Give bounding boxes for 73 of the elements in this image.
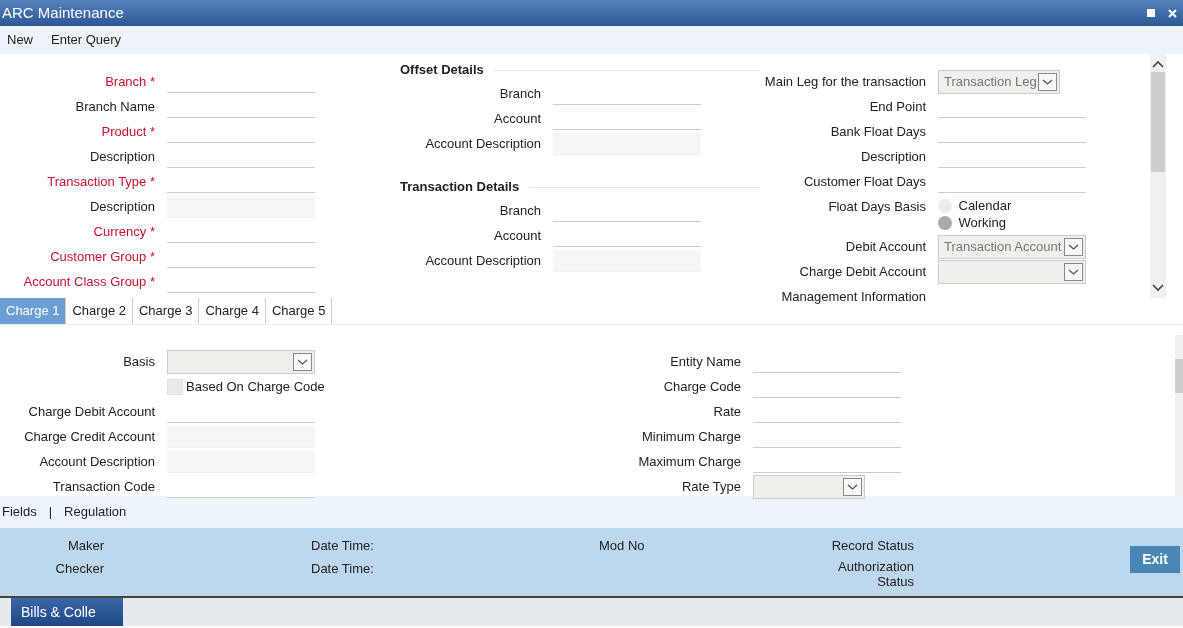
field-label: Currency * (92, 222, 156, 241)
section-title: Offset Details (400, 61, 484, 80)
dropdown[interactable] (167, 349, 315, 374)
window-title: ARC Maintenance (2, 2, 124, 23)
dropdown[interactable] (753, 474, 865, 499)
chevron-down-icon[interactable] (293, 352, 312, 371)
audit-label: Checker (54, 560, 104, 578)
field-label: Account Description (38, 452, 156, 471)
dropdown[interactable]: Transaction Leg (938, 69, 1060, 94)
field-label: Description (88, 147, 156, 166)
field-label: Charge Debit Account (27, 402, 156, 421)
chevron-down-icon[interactable] (1038, 72, 1057, 91)
audit-label: Mod No (599, 537, 646, 555)
minimize-icon[interactable] (1147, 9, 1155, 17)
field-label: Transaction Type * (46, 172, 156, 191)
scrollbar[interactable] (1150, 54, 1166, 298)
field-label: Main Leg for the transaction (763, 72, 927, 91)
dropdown[interactable] (938, 259, 1086, 284)
field-label: Basis (122, 352, 156, 371)
field-label: Account (493, 226, 542, 245)
link-separator: | (48, 503, 53, 522)
field-label: Account (493, 109, 542, 128)
field-label: Branch (498, 201, 542, 220)
field-label: Product * (100, 122, 156, 141)
chevron-down-icon[interactable] (1064, 262, 1083, 281)
field-label: Debit Account (844, 237, 927, 256)
scrollbar[interactable] (1175, 335, 1183, 496)
field-label: Account Class Group * (22, 272, 156, 291)
field-label: Float Days Basis (827, 198, 927, 216)
chevron-up-icon[interactable] (1152, 60, 1164, 68)
field-label: Bank Float Days (829, 122, 927, 141)
radio-label: Calendar (958, 196, 1012, 215)
section-title: Transaction Details (400, 178, 520, 197)
audit-label: Date Time: (311, 537, 375, 555)
field-label: Customer Group * (49, 247, 156, 266)
footer-link[interactable]: Regulation (64, 502, 127, 522)
checkbox[interactable] (167, 378, 183, 395)
field-label: Account Description (424, 251, 542, 270)
radio-button[interactable] (938, 215, 952, 230)
checkbox-label: Based On Charge Code (186, 377, 325, 396)
audit-label: Maker (66, 537, 104, 555)
toolbar-button[interactable]: New (7, 30, 33, 50)
audit-label: Record Status (830, 537, 914, 555)
field-label: Management Information (780, 287, 927, 306)
taskbar-button[interactable]: Bills & Colle (11, 598, 123, 626)
field-label: Description (859, 147, 927, 166)
dropdown[interactable]: Transaction Account (938, 234, 1086, 259)
chevron-down-icon[interactable] (1152, 284, 1164, 292)
field-label: Minimum Charge (641, 427, 742, 446)
field-label: Rate (712, 402, 742, 421)
field-label: Transaction Code (51, 477, 156, 496)
field-label: Branch (498, 84, 542, 103)
audit-label: Date Time: (311, 560, 375, 578)
audit-label: Authorization Status (837, 559, 914, 591)
field-label: Branch * (104, 72, 156, 91)
toolbar-button[interactable]: Enter Query (51, 30, 122, 50)
field-label: Customer Float Days (802, 172, 927, 191)
chevron-down-icon[interactable] (1064, 237, 1083, 256)
exit-button[interactable]: Exit (1130, 546, 1180, 573)
field-label: Rate Type (680, 477, 742, 496)
radio-label: Working (958, 213, 1006, 232)
field-label: Maximum Charge (637, 452, 742, 471)
field-label: Branch Name (74, 97, 156, 116)
footer-link[interactable]: Fields (2, 502, 37, 522)
field-label: Charge Debit Account (798, 262, 927, 281)
field-label: Account Description (424, 134, 542, 153)
field-label: Charge Credit Account (23, 427, 156, 446)
field-label: Entity Name (669, 352, 742, 371)
field-label: End Point (868, 97, 927, 116)
field-label: Description (88, 197, 156, 216)
chevron-down-icon[interactable] (843, 477, 862, 496)
close-icon[interactable] (1168, 8, 1177, 18)
field-label: Charge Code (662, 377, 742, 396)
